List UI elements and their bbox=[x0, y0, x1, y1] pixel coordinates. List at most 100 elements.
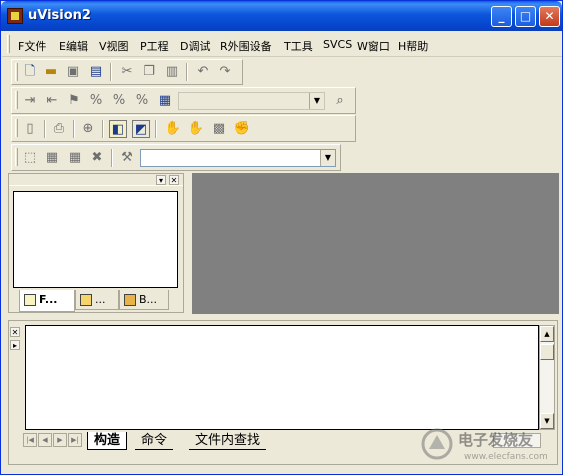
prev-tab-icon[interactable]: ◀ bbox=[38, 433, 52, 447]
elecfans-logo-icon bbox=[421, 428, 453, 460]
build-toolbar: ⬚ ▦ ▦ ✖ ⚒ ▼ bbox=[11, 144, 341, 171]
panel-header[interactable]: ▾ ✕ bbox=[9, 174, 183, 186]
tab-build[interactable]: 构造 bbox=[87, 432, 128, 450]
redo-icon[interactable]: ↷ bbox=[216, 63, 234, 81]
chevron-down-icon[interactable]: ▼ bbox=[309, 93, 324, 109]
clear-bookmarks-icon[interactable]: % bbox=[133, 92, 151, 110]
toolbar-grip[interactable] bbox=[15, 63, 18, 81]
save-icon[interactable]: ▣ bbox=[64, 63, 82, 81]
menu-tools[interactable]: T工具 bbox=[284, 38, 313, 54]
build-icon[interactable]: ▦ bbox=[43, 149, 61, 167]
undo-icon[interactable]: ↶ bbox=[194, 63, 212, 81]
tab-files-label: F... bbox=[39, 293, 58, 306]
project-tree[interactable] bbox=[13, 191, 178, 288]
target-combo[interactable]: ▼ bbox=[140, 149, 336, 167]
tab-find-in-files[interactable]: 文件内查找 bbox=[189, 432, 267, 450]
menu-edit[interactable]: E编辑 bbox=[59, 38, 88, 54]
window-b-icon[interactable]: ◩ bbox=[132, 120, 150, 138]
chevron-down-icon[interactable]: ▼ bbox=[320, 150, 335, 166]
tab-regs-label: ... bbox=[95, 293, 106, 306]
toolbar-separator bbox=[186, 63, 188, 81]
output-side-buttons: ✕ ▸ bbox=[10, 327, 20, 353]
menu-peripherals[interactable]: R外围设备 bbox=[220, 38, 272, 54]
menu-window[interactable]: W窗口 bbox=[357, 38, 390, 54]
books-tab-icon bbox=[124, 294, 136, 306]
last-tab-icon[interactable]: ▶| bbox=[68, 433, 82, 447]
hand-stop-icon[interactable]: ✋ bbox=[187, 120, 205, 138]
bookmark-icon[interactable]: ⚑ bbox=[65, 92, 83, 110]
menu-bar: F文件 E编辑 V视图 P工程 D调试 R外围设备 T工具 SVCS W窗口 H… bbox=[2, 31, 562, 57]
window-a-icon[interactable]: ◧ bbox=[109, 120, 127, 138]
hand-grab-icon[interactable]: ✊ bbox=[233, 120, 251, 138]
tab-books-label: B... bbox=[139, 293, 158, 306]
find-in-files-icon[interactable]: ▦ bbox=[156, 92, 174, 110]
tab-files[interactable]: F... bbox=[19, 290, 75, 312]
copy-icon[interactable]: ❐ bbox=[140, 63, 158, 81]
edit-toolbar: ⇥ ⇤ ⚑ % % % ▦ ▼ ⌕ bbox=[11, 87, 356, 114]
tab-command[interactable]: 命令 bbox=[135, 432, 174, 450]
scroll-up-icon[interactable]: ▲ bbox=[540, 326, 554, 342]
toolbar-grip[interactable] bbox=[15, 119, 18, 137]
open-folder-icon[interactable]: ▬ bbox=[42, 63, 60, 81]
menu-file[interactable]: F文件 bbox=[18, 38, 46, 54]
outdent-icon[interactable]: ⇤ bbox=[43, 92, 61, 110]
title-bar[interactable]: uVision2 _ □ ✕ bbox=[1, 1, 562, 31]
menu-view[interactable]: V视图 bbox=[99, 38, 129, 54]
watermark-main: 电子发烧友 bbox=[458, 431, 534, 449]
toolbar-grip[interactable] bbox=[15, 91, 18, 109]
cut-icon[interactable]: ✂ bbox=[118, 63, 136, 81]
toolbar-separator bbox=[155, 120, 157, 138]
toolbar-separator bbox=[102, 120, 104, 138]
translate-icon[interactable]: ⬚ bbox=[21, 149, 39, 167]
next-bookmark-icon[interactable]: % bbox=[110, 92, 128, 110]
menu-debug[interactable]: D调试 bbox=[180, 38, 210, 54]
options-icon[interactable]: ⚒ bbox=[118, 149, 136, 167]
minimize-button[interactable]: _ bbox=[491, 6, 512, 27]
menu-grip[interactable] bbox=[7, 35, 10, 53]
app-logo-icon[interactable] bbox=[7, 8, 23, 24]
stop-build-icon[interactable]: ✖ bbox=[88, 149, 106, 167]
menu-help[interactable]: H帮助 bbox=[398, 38, 428, 54]
toolbar-grip[interactable] bbox=[15, 148, 18, 166]
watermark-url: www.elecfans.com bbox=[464, 452, 548, 462]
menu-project[interactable]: P工程 bbox=[140, 38, 169, 54]
toolbar-separator bbox=[44, 120, 46, 138]
new-file-icon[interactable]: 🗋 bbox=[21, 63, 39, 81]
project-panel: ▾ ✕ F... ... B... bbox=[8, 173, 184, 313]
maximize-button[interactable]: □ bbox=[515, 6, 536, 27]
save-all-icon[interactable]: ▤ bbox=[87, 63, 105, 81]
paste-icon[interactable]: ▥ bbox=[163, 63, 181, 81]
indent-icon[interactable]: ⇥ bbox=[21, 92, 39, 110]
watermark: 电子发烧友 www.elecfans.com bbox=[416, 423, 556, 467]
toolbar-separator bbox=[110, 63, 112, 81]
find-icon[interactable]: ⌕ bbox=[331, 92, 349, 110]
panel-menu-icon[interactable]: ▾ bbox=[156, 175, 166, 185]
output-vertical-scrollbar[interactable]: ▲ ▼ bbox=[539, 325, 555, 430]
editor-workspace[interactable] bbox=[192, 173, 559, 314]
next-tab-icon[interactable]: ▶ bbox=[53, 433, 67, 447]
find-combo[interactable]: ▼ bbox=[178, 92, 325, 110]
project-window-icon[interactable]: ▯ bbox=[21, 120, 39, 138]
scroll-thumb[interactable] bbox=[540, 344, 554, 360]
panel-close-icon[interactable]: ✕ bbox=[169, 175, 179, 185]
hand-icon[interactable]: ✋ bbox=[164, 120, 182, 138]
app-window: uVision2 _ □ ✕ F文件 E编辑 V视图 P工程 D调试 R外围设备… bbox=[0, 0, 563, 475]
zoom-icon[interactable]: ⊕ bbox=[79, 120, 97, 138]
file-toolbar: 🗋 ▬ ▣ ▤ ✂ ❐ ▥ ↶ ↷ bbox=[11, 59, 243, 85]
tab-regs[interactable]: ... bbox=[75, 290, 119, 310]
tab-books[interactable]: B... bbox=[119, 290, 169, 310]
output-menu-icon[interactable]: ▸ bbox=[10, 340, 20, 350]
first-tab-icon[interactable]: |◀ bbox=[23, 433, 37, 447]
hand-grid-icon[interactable]: ▩ bbox=[210, 120, 228, 138]
toolbar-separator bbox=[73, 120, 75, 138]
print-icon[interactable]: ⎙ bbox=[50, 120, 68, 138]
output-close-icon[interactable]: ✕ bbox=[10, 327, 20, 337]
prev-bookmark-icon[interactable]: % bbox=[87, 92, 105, 110]
menu-svcs[interactable]: SVCS bbox=[323, 38, 352, 51]
close-button[interactable]: ✕ bbox=[539, 6, 560, 27]
rebuild-icon[interactable]: ▦ bbox=[66, 149, 84, 167]
window-title: uVision2 bbox=[28, 8, 91, 23]
toolbar-separator bbox=[111, 149, 113, 167]
output-text-area[interactable] bbox=[25, 325, 539, 430]
window-toolbar: ▯ ⎙ ⊕ ◧ ◩ ✋ ✋ ▩ ✊ bbox=[11, 115, 356, 142]
